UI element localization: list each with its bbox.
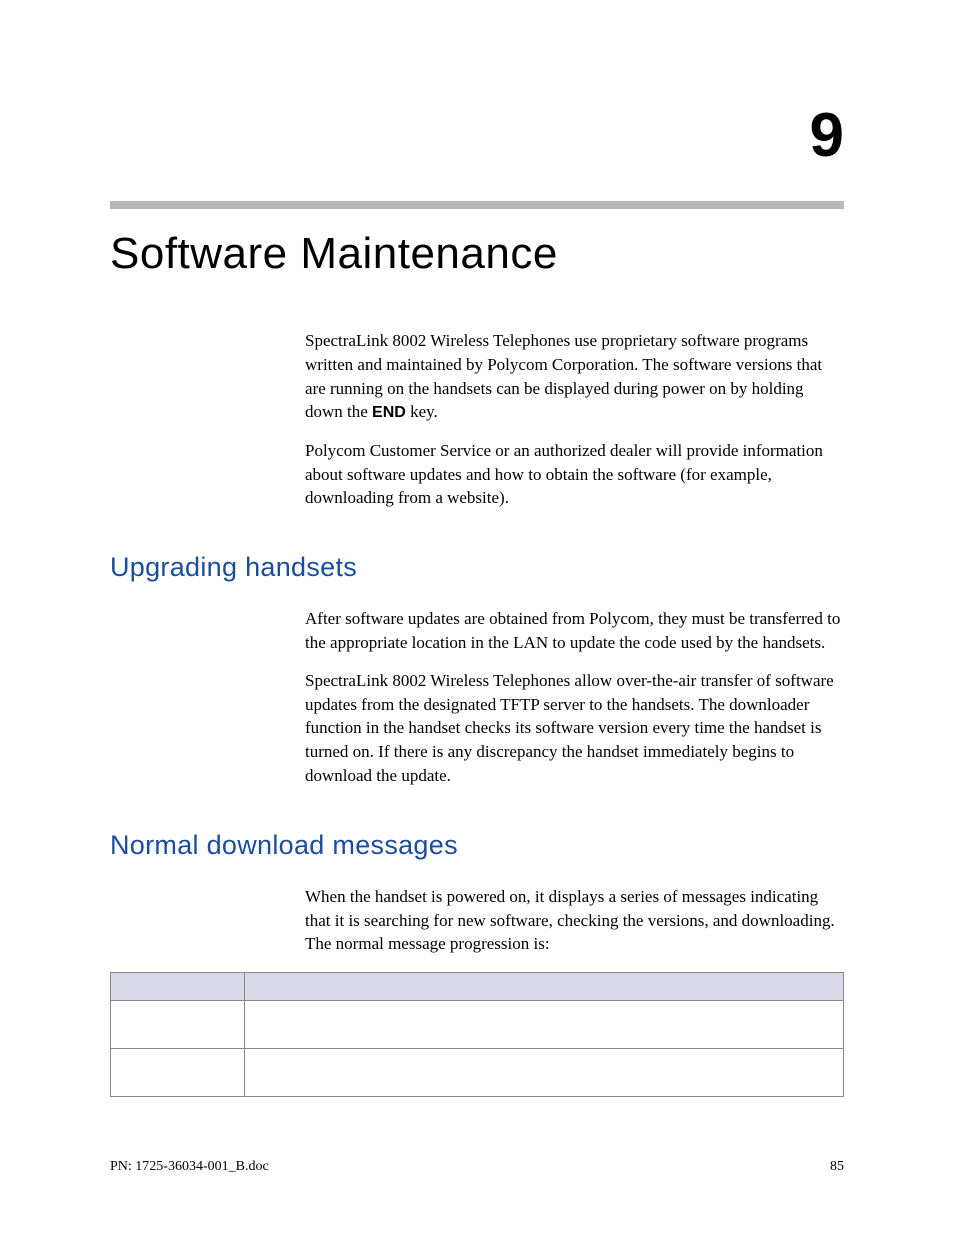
table-cell — [245, 1001, 844, 1049]
download-paragraph-1: When the handset is powered on, it displ… — [305, 885, 844, 956]
chapter-number: 9 — [110, 100, 844, 171]
upgrading-paragraph-1: After software updates are obtained from… — [305, 607, 844, 655]
table-cell — [245, 1049, 844, 1097]
table-cell — [111, 1049, 245, 1097]
intro-paragraph-1: SpectraLink 8002 Wireless Telephones use… — [305, 329, 844, 425]
footer-part-number: PN: 1725-36034-001_B.doc — [110, 1159, 269, 1175]
chapter-title: Software Maintenance — [110, 229, 844, 279]
footer-page-number: 85 — [830, 1159, 844, 1175]
table-header-2 — [245, 973, 844, 1001]
table-header-row — [111, 973, 844, 1001]
table-header-1 — [111, 973, 245, 1001]
section-heading-download: Normal download messages — [110, 830, 844, 861]
table-row — [111, 1001, 844, 1049]
page-footer: PN: 1725-36034-001_B.doc 85 — [110, 1159, 844, 1175]
intro-p1-b: key. — [406, 402, 438, 421]
table-row — [111, 1049, 844, 1097]
title-rule — [110, 201, 844, 209]
table-cell — [111, 1001, 245, 1049]
message-table — [110, 972, 844, 1097]
end-key-label: END — [372, 404, 406, 421]
intro-paragraph-2: Polycom Customer Service or an authorize… — [305, 439, 844, 510]
section-heading-upgrading: Upgrading handsets — [110, 552, 844, 583]
upgrading-paragraph-2: SpectraLink 8002 Wireless Telephones all… — [305, 669, 844, 788]
